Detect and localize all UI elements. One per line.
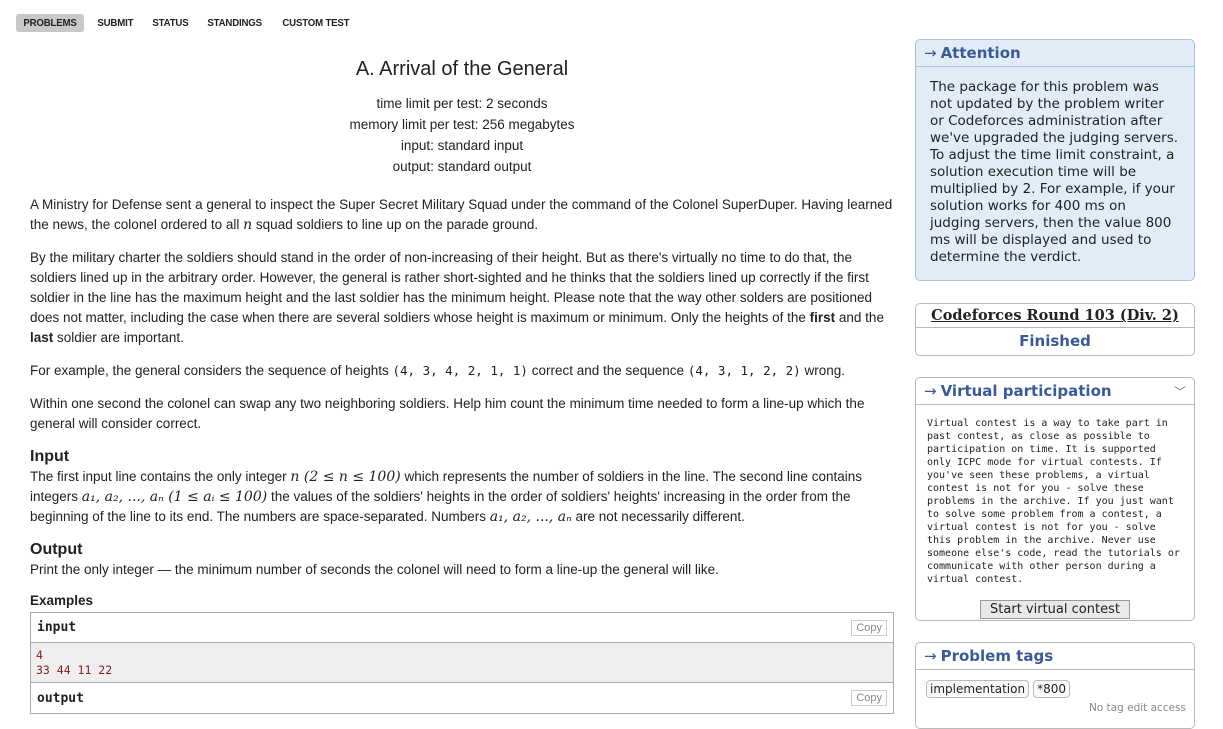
start-virtual-contest-button[interactable]: Start virtual contest [980,600,1130,619]
top-nav: PROBLEMS SUBMIT STATUS STANDINGS CUSTOM … [16,14,364,32]
problem-title: A. Arrival of the General [355,58,569,80]
attention-title: Attention [940,44,1021,62]
examples-title: Examples [30,593,94,608]
problem-header: A. Arrival of the General time limit per… [30,58,894,177]
output-section-text: Print the only integer — the minimum num… [30,562,719,577]
legend-paragraph-2: By the military charter the soldiers sho… [30,250,884,345]
arrow-right-icon: → [924,44,937,62]
sample-output-header: output Copy [31,683,893,713]
virtual-caption[interactable]: → Virtual participation ﹀ [916,378,1194,405]
tag-edit-note: No tag edit access [1088,702,1186,714]
round-status: Finished [1019,332,1091,350]
problem-statement: A. Arrival of the General time limit per… [30,58,894,714]
tag-difficulty[interactable]: *800 [1033,680,1070,698]
output-section-title: Output [30,541,83,558]
nav-custom-test[interactable]: CUSTOM TEST [275,14,357,32]
attention-box: → Attention The package for this problem … [915,39,1195,281]
attention-caption: → Attention [916,40,1194,67]
copy-input-button[interactable]: Copy [851,619,887,636]
arrow-right-icon: → [924,647,937,665]
nav-submit[interactable]: SUBMIT [90,14,141,32]
tags-title: Problem tags [940,647,1054,665]
tags-caption: → Problem tags [916,643,1194,670]
round-name-link[interactable]: Codeforces Round 103 (Div. 2) [916,304,1194,328]
output-spec: output: standard output [392,159,532,174]
memory-limit: memory limit per test: 256 megabytes [349,117,575,132]
input-spec: input: standard input [400,138,524,153]
virtual-title: Virtual participation [940,382,1112,400]
problem-tags-box: → Problem tags implementation *800 No tag… [915,642,1195,729]
attention-text: The package for this problem was not upd… [930,79,1179,265]
legend-paragraph-3: For example, the general considers the s… [30,363,845,378]
copy-output-button[interactable]: Copy [851,690,887,706]
round-box: Codeforces Round 103 (Div. 2) Finished [915,303,1195,356]
time-limit: time limit per test: 2 seconds [376,96,548,111]
sample-input-header: input Copy [31,613,893,643]
legend-paragraph-4: Within one second the colonel can swap a… [30,396,865,431]
virtual-text: Virtual contest is a way to take part in… [927,418,1180,585]
sample-input-body: 4 33 44 11 22 [31,643,893,683]
virtual-participation-box: → Virtual participation ﹀ Virtual contest… [915,377,1195,621]
sample-test: input Copy 4 33 44 11 22 output Copy [30,612,894,714]
sample-output-label: output [37,690,84,706]
nav-status[interactable]: STATUS [145,14,196,32]
tag-implementation[interactable]: implementation [926,680,1030,698]
nav-standings[interactable]: STANDINGS [200,14,269,32]
sample-input-line: 4 [36,648,43,662]
sample-input-label: input [37,620,77,635]
input-section-text: The first input line contains the only i… [30,469,862,525]
nav-problems[interactable]: PROBLEMS [16,14,84,32]
tag-list: implementation *800 [916,670,1194,698]
chevron-down-icon[interactable]: ﹀ [1174,383,1186,400]
sample-input-line: 33 44 11 22 [36,663,113,677]
input-section-title: Input [30,448,70,465]
arrow-right-icon: → [924,382,937,400]
legend-paragraph-1: A Ministry for Defense sent a general to… [30,197,893,233]
